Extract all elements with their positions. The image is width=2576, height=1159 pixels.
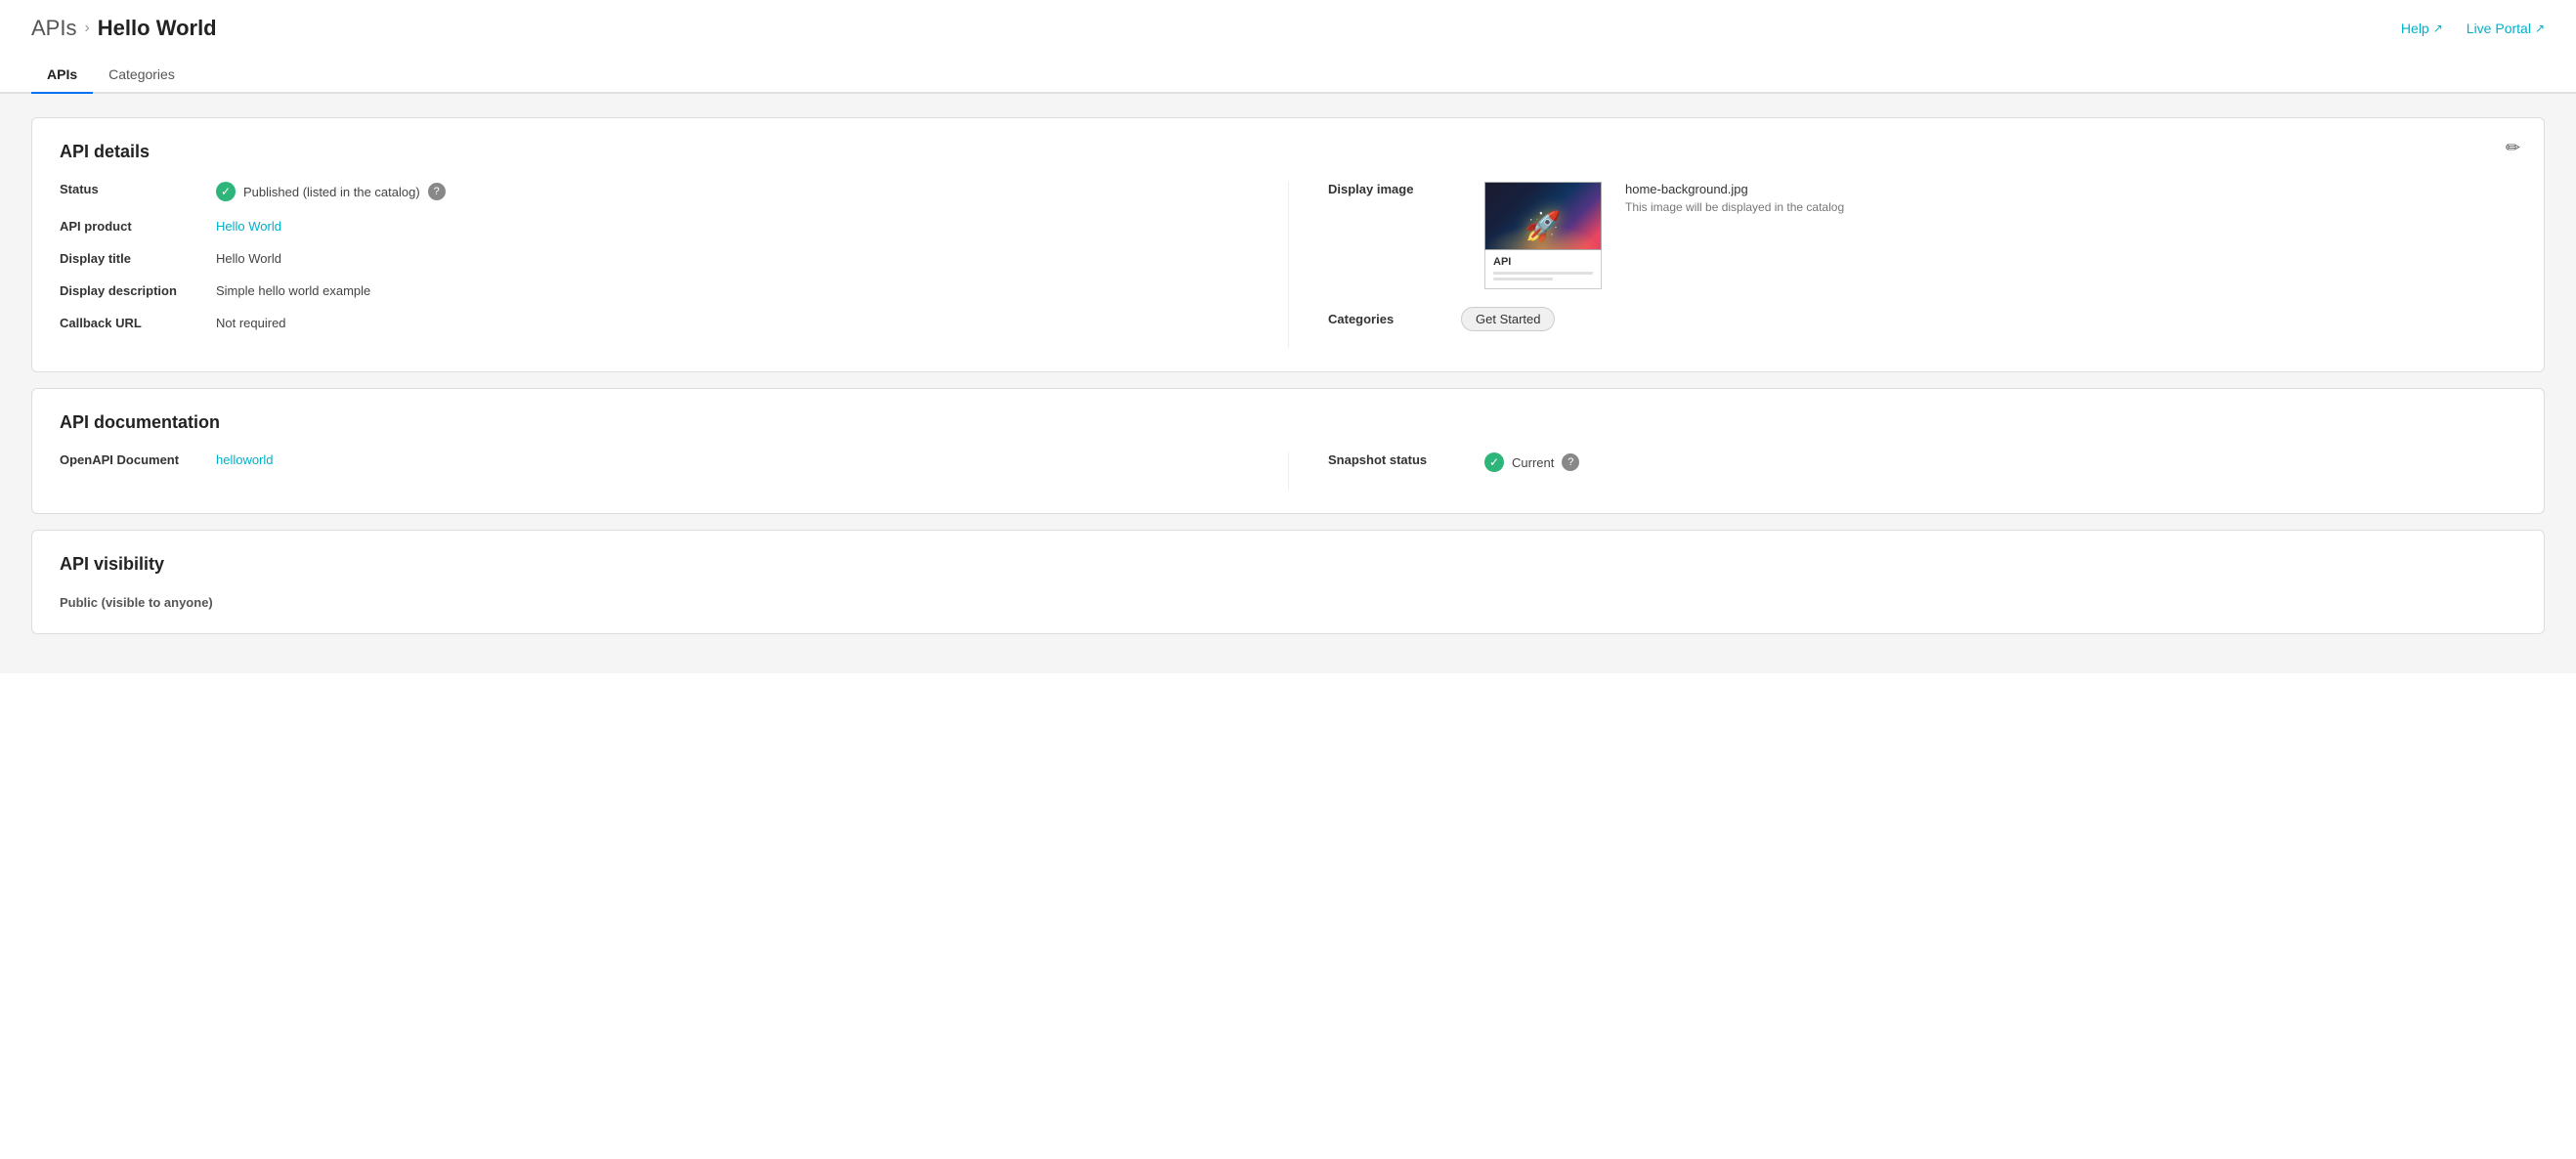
image-desc: This image will be displayed in the cata… — [1625, 200, 1844, 214]
category-tag: Get Started — [1461, 307, 1555, 331]
api-card-lines — [1493, 272, 1593, 280]
api-details-title: API details — [60, 142, 2516, 162]
tab-apis[interactable]: APIs — [31, 57, 93, 94]
snapshot-value: Current — [1512, 455, 1554, 470]
image-section: API home-background.jpg This image will … — [1484, 182, 1844, 289]
display-description-value: Simple hello world example — [216, 283, 370, 298]
details-left: Status ✓ Published (listed in the catalo… — [60, 182, 1288, 348]
api-card-label: API — [1493, 256, 1593, 268]
api-documentation-title: API documentation — [60, 412, 2516, 433]
breadcrumb: APIs › Hello World — [31, 16, 217, 41]
display-description-label: Display description — [60, 283, 216, 298]
image-info: home-background.jpg This image will be d… — [1625, 182, 1844, 214]
doc-left: OpenAPI Document helloworld — [60, 452, 1288, 490]
breadcrumb-apis[interactable]: APIs — [31, 16, 76, 41]
display-image-label: Display image — [1328, 182, 1484, 196]
openapi-doc-row: OpenAPI Document helloworld — [60, 452, 1249, 467]
snapshot-help-icon[interactable]: ? — [1562, 453, 1579, 471]
edit-button[interactable]: ✏ — [2502, 134, 2524, 162]
image-container: API — [1484, 182, 1602, 289]
doc-grid: OpenAPI Document helloworld Snapshot sta… — [60, 452, 2516, 490]
snapshot-label: Snapshot status — [1328, 452, 1484, 467]
api-visibility-card: API visibility Public (visible to anyone… — [31, 530, 2545, 634]
api-product-row: API product Hello World — [60, 219, 1249, 234]
api-card-line-1 — [1493, 272, 1593, 275]
api-card-line-2 — [1493, 278, 1553, 280]
api-documentation-card: API documentation OpenAPI Document hello… — [31, 388, 2545, 514]
snapshot-status-container: ✓ Current ? — [1484, 452, 1579, 472]
openapi-value[interactable]: helloworld — [216, 452, 274, 467]
breadcrumb-chevron: › — [84, 20, 89, 37]
details-right: Display image API — [1288, 182, 2516, 348]
categories-label: Categories — [1328, 312, 1445, 326]
api-card-preview: API — [1484, 250, 1602, 289]
visibility-value: Public (visible to anyone) — [60, 595, 213, 610]
image-filename: home-background.jpg — [1625, 182, 1844, 196]
live-portal-link[interactable]: Live Portal ↗ — [2467, 21, 2545, 36]
status-container: ✓ Published (listed in the catalog) ? — [216, 182, 446, 201]
categories-row: Categories Get Started — [1328, 307, 2516, 331]
help-link[interactable]: Help ↗ — [2401, 21, 2443, 36]
snapshot-status-row: Snapshot status ✓ Current ? — [1328, 452, 2516, 472]
doc-right: Snapshot status ✓ Current ? — [1288, 452, 2516, 490]
page-header: APIs › Hello World Help ↗ Live Portal ↗ — [0, 0, 2576, 41]
api-visibility-title: API visibility — [60, 554, 2516, 575]
callback-url-label: Callback URL — [60, 316, 216, 330]
snapshot-check-icon: ✓ — [1484, 452, 1504, 472]
tab-categories[interactable]: Categories — [93, 57, 191, 94]
display-image-row: Display image API — [1328, 182, 2516, 289]
display-title-value: Hello World — [216, 251, 281, 266]
status-row: Status ✓ Published (listed in the catalo… — [60, 182, 1249, 201]
api-product-label: API product — [60, 219, 216, 234]
api-product-value[interactable]: Hello World — [216, 219, 281, 234]
status-value: Published (listed in the catalog) — [243, 185, 420, 199]
display-title-label: Display title — [60, 251, 216, 266]
rocket-image — [1484, 182, 1602, 250]
status-label: Status — [60, 182, 216, 196]
breadcrumb-current: Hello World — [98, 16, 217, 41]
callback-url-value: Not required — [216, 316, 286, 330]
openapi-label: OpenAPI Document — [60, 452, 216, 467]
external-link-icon: ↗ — [2433, 21, 2443, 35]
published-check-icon: ✓ — [216, 182, 236, 201]
external-link-icon-2: ↗ — [2535, 21, 2545, 35]
api-details-card: API details ✏ Status ✓ Published (listed… — [31, 117, 2545, 372]
display-title-row: Display title Hello World — [60, 251, 1249, 266]
main-content: API details ✏ Status ✓ Published (listed… — [0, 94, 2576, 673]
display-description-row: Display description Simple hello world e… — [60, 283, 1249, 298]
callback-url-row: Callback URL Not required — [60, 316, 1249, 330]
header-links: Help ↗ Live Portal ↗ — [2401, 21, 2545, 36]
tab-bar: APIs Categories — [0, 57, 2576, 94]
status-help-icon[interactable]: ? — [428, 183, 446, 200]
